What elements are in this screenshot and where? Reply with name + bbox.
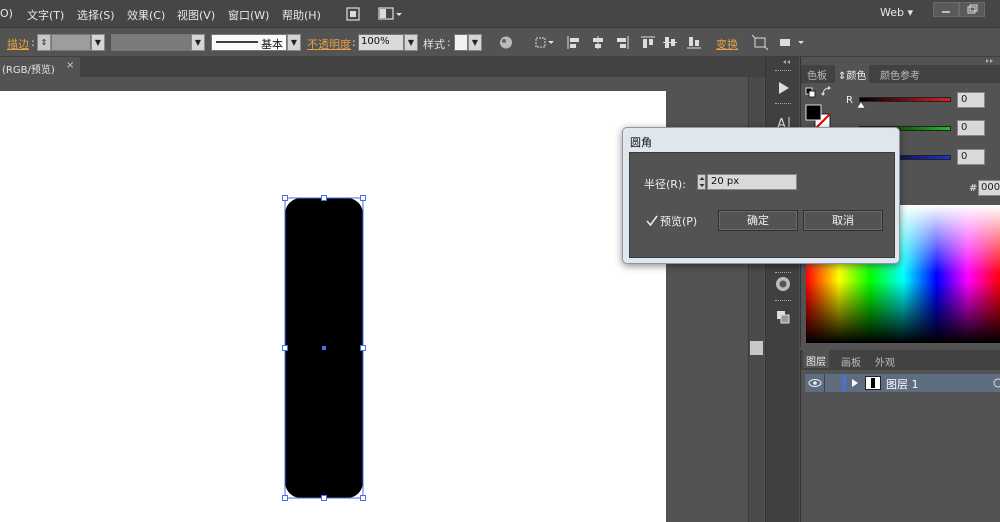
red-value-field[interactable]: 0 — [957, 92, 985, 108]
strip-grip[interactable] — [775, 300, 791, 302]
opacity-dropdown[interactable]: ▼ — [404, 34, 418, 51]
opacity-field[interactable]: 100% — [358, 34, 404, 51]
profile-dropdown[interactable]: ▼ — [191, 34, 205, 51]
document-tab-label: (RGB/预览) — [2, 65, 55, 76]
document-tab[interactable]: (RGB/预览) × — [0, 57, 80, 77]
strip-grip[interactable] — [775, 70, 791, 72]
menu-window[interactable]: 窗口(W) — [228, 7, 269, 23]
graphic-styles-icon[interactable] — [769, 305, 797, 329]
align-left-icon[interactable] — [566, 35, 582, 50]
preview-label[interactable]: 预览(P) — [660, 213, 697, 229]
radius-stepper[interactable] — [697, 174, 706, 190]
expand-arrow-icon[interactable] — [851, 379, 859, 387]
green-value-field[interactable]: 0 — [957, 120, 985, 136]
row-divider — [824, 374, 825, 392]
swap-colors-icon[interactable] — [821, 86, 833, 101]
graphic-style-swatch[interactable] — [454, 34, 468, 51]
center-point — [322, 346, 326, 350]
recolor-artwork-icon[interactable] — [498, 35, 514, 50]
arrange-documents-icon[interactable] — [377, 5, 402, 23]
preview-checkbox[interactable] — [646, 215, 658, 227]
brush-definition[interactable]: 基本 — [211, 34, 287, 51]
dialog-body: 半径(R): 20 px 预览(P) 确定 取消 — [629, 152, 895, 258]
tab-color-label: 颜色 — [846, 71, 867, 82]
tab-artboards[interactable]: 画板 — [841, 354, 861, 369]
layer-color-marker — [843, 375, 846, 391]
close-tab-icon[interactable]: × — [66, 60, 74, 71]
workspace-switcher[interactable]: Web ▾ — [880, 6, 913, 19]
layers-panel: 图层 画板 外观 图层 1 — [800, 350, 1000, 522]
align-to-selection-icon[interactable] — [534, 35, 554, 50]
tab-color[interactable]: ⇕颜色 — [835, 65, 870, 83]
graphic-style-dropdown[interactable]: ▼ — [468, 34, 482, 51]
hex-value-field[interactable]: 0000 — [978, 180, 1000, 196]
stroke-colon: : — [31, 36, 35, 49]
style-colon: : — [447, 36, 451, 49]
transform-label[interactable]: 变换 — [716, 36, 738, 52]
ok-button[interactable]: 确定 — [718, 210, 798, 231]
target-circle-icon[interactable] — [993, 378, 1000, 388]
menu-select[interactable]: 选择(S) — [77, 7, 115, 23]
panel-menu-icon[interactable] — [778, 35, 806, 50]
tab-appearance[interactable]: 外观 — [875, 354, 895, 369]
hex-symbol: # — [969, 183, 978, 194]
scrollbar-thumb[interactable] — [750, 341, 763, 355]
stroke-label[interactable]: 描边 — [7, 36, 29, 52]
align-top-icon[interactable] — [640, 35, 656, 50]
stroke-weight-field[interactable] — [51, 34, 91, 51]
visibility-eye-icon[interactable] — [808, 378, 822, 388]
control-bar: 描边 : ⇕ ▼ ▼ 基本 ▼ 不透明度 : 100% ▼ 样式 : ▼ 变换 — [0, 29, 1000, 57]
menu-effect[interactable]: 效果(C) — [127, 7, 165, 23]
layer-name[interactable]: 图层 1 — [886, 376, 919, 392]
red-slider-handle[interactable] — [857, 102, 865, 108]
menu-bar: O) 文字(T) 选择(S) 效果(C) 视图(V) 窗口(W) 帮助(H) W… — [0, 0, 1000, 28]
opacity-label[interactable]: 不透明度 — [307, 36, 351, 52]
thumbnail-shape — [871, 378, 875, 388]
dialog-title: 圆角 — [630, 136, 652, 149]
stroke-weight-stepper[interactable]: ⇕ — [37, 34, 51, 51]
document-tab-bar: (RGB/预览) × — [0, 57, 765, 77]
appearance-icon[interactable] — [769, 271, 797, 295]
artwork-layer — [282, 195, 366, 501]
minimize-button[interactable] — [933, 2, 959, 17]
style-label: 样式 — [423, 38, 445, 51]
stroke-weight-dropdown[interactable]: ▼ — [91, 34, 105, 51]
restore-button[interactable] — [959, 2, 985, 17]
align-vertical-center-icon[interactable] — [662, 35, 678, 50]
radius-label: 半径(R): — [644, 178, 686, 191]
strip-grip[interactable] — [775, 103, 791, 105]
color-panel-tabs: 色板 ⇕颜色 颜色参考 — [801, 65, 1000, 83]
stroke-style-label: 基本 — [261, 38, 283, 51]
align-horizontal-center-icon[interactable] — [590, 35, 606, 50]
layer-thumbnail — [865, 376, 881, 390]
menu-type[interactable]: 文字(T) — [27, 7, 64, 23]
red-channel-label: R — [846, 95, 853, 106]
radius-input[interactable]: 20 px — [707, 174, 797, 190]
variable-width-profile[interactable] — [111, 34, 191, 51]
brush-dropdown[interactable]: ▼ — [287, 34, 301, 51]
opacity-colon: : — [352, 36, 356, 49]
tab-swatches[interactable]: 色板 — [807, 67, 827, 82]
cancel-button[interactable]: 取消 — [803, 210, 883, 231]
menu-object[interactable]: O) — [0, 7, 13, 20]
workspace-label: Web — [880, 6, 904, 19]
blue-value-field[interactable]: 0 — [957, 149, 985, 165]
align-right-icon[interactable] — [614, 35, 630, 50]
play-action-icon[interactable] — [769, 76, 797, 100]
tab-layers[interactable]: 图层 — [803, 350, 829, 368]
red-slider[interactable] — [859, 97, 951, 102]
menu-help[interactable]: 帮助(H) — [282, 7, 321, 23]
default-colors-icon[interactable] — [805, 87, 817, 102]
align-bottom-icon[interactable] — [686, 35, 702, 50]
isolate-group-icon[interactable] — [751, 34, 769, 51]
artboard[interactable] — [0, 91, 666, 522]
layers-panel-tabs: 图层 画板 外观 — [801, 350, 1000, 370]
tab-color-guide[interactable]: 颜色参考 — [880, 67, 920, 82]
layer-row[interactable]: 图层 1 — [805, 374, 1000, 392]
bridge-icon[interactable] — [342, 5, 364, 23]
menu-view[interactable]: 视图(V) — [177, 7, 215, 23]
rounded-corners-dialog: 圆角 半径(R): 20 px 预览(P) 确定 取消 — [622, 127, 900, 264]
